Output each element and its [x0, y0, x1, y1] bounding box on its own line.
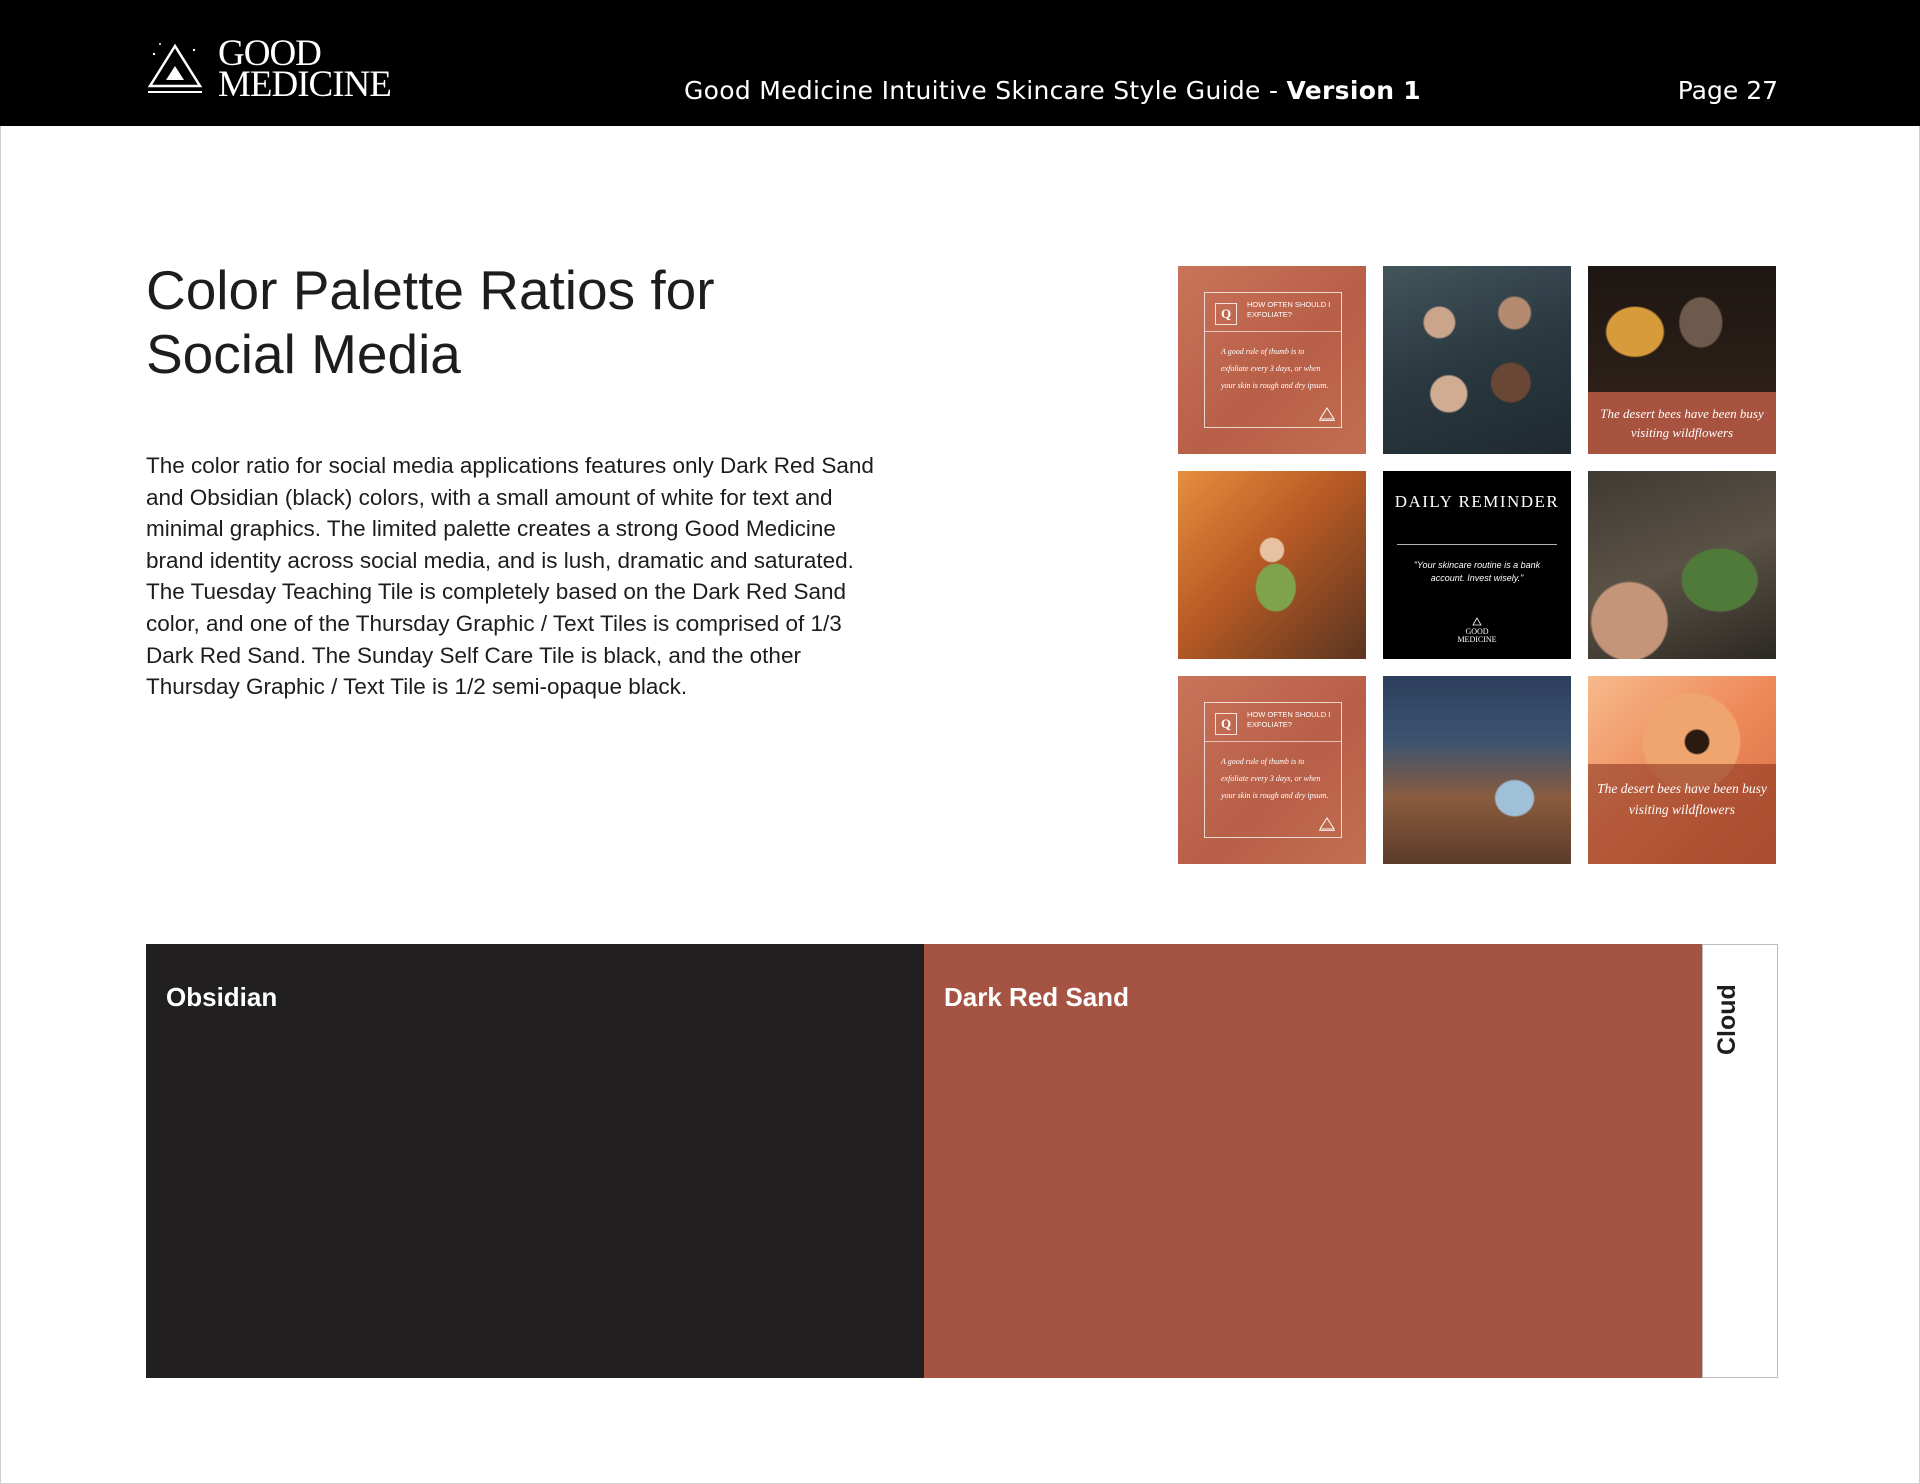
bees-caption: The desert bees have been busy visiting … — [1588, 392, 1776, 454]
page-heading: Color Palette Ratios for Social Media — [146, 259, 715, 385]
photo-flower-tile: The desert bees have been busy visiting … — [1588, 676, 1776, 864]
triangle-logo-icon — [1319, 407, 1335, 421]
photo-aloe — [1588, 471, 1776, 659]
swatch-label: Obsidian — [166, 982, 278, 1012]
logo-wordmark: GOOD MEDICINE — [218, 33, 392, 105]
daily-reminder-tile: DAILY REMINDER "Your skincare routine is… — [1383, 471, 1571, 659]
q-badge: Q — [1215, 713, 1237, 735]
document-title: Good Medicine Intuitive Skincare Style G… — [684, 76, 1422, 105]
teaching-tile: Q HOW OFTEN SHOULD I EXFOLIATE? A good r… — [1178, 676, 1366, 864]
color-ratio-swatches: Obsidian Dark Red Sand Cloud — [146, 944, 1778, 1378]
reminder-logo: GOOD MEDICINE — [1383, 617, 1571, 644]
swatch-label: Cloud — [1713, 984, 1741, 1055]
document-version: Version 1 — [1286, 76, 1422, 105]
photo-desert — [1383, 676, 1571, 864]
swatch-dark-red-sand: Dark Red Sand — [924, 944, 1702, 1378]
page-number: Page 27 — [1677, 76, 1778, 105]
swatch-cloud: Cloud — [1702, 944, 1778, 1378]
triangle-logo-icon — [1472, 617, 1482, 626]
teaching-question: HOW OFTEN SHOULD I EXFOLIATE? — [1247, 710, 1331, 729]
social-tile-grid: Q HOW OFTEN SHOULD I EXFOLIATE? A good r… — [1178, 266, 1776, 866]
teaching-answer: A good rule of thumb is to exfoliate eve… — [1221, 347, 1329, 390]
swatch-obsidian: Obsidian — [146, 944, 924, 1378]
good-medicine-logo: GOOD MEDICINE — [146, 26, 426, 106]
teaching-answer: A good rule of thumb is to exfoliate eve… — [1221, 757, 1329, 800]
body-paragraph: The color ratio for social media applica… — [146, 453, 874, 700]
reminder-quote: "Your skincare routine is a bank account… — [1413, 560, 1541, 583]
header-bar: GOOD MEDICINE Good Medicine Intuitive Sk… — [0, 0, 1920, 126]
teaching-question: HOW OFTEN SHOULD I EXFOLIATE? — [1247, 300, 1331, 319]
bees-caption: The desert bees have been busy visiting … — [1588, 764, 1776, 864]
triangle-logo-icon — [147, 43, 203, 93]
teaching-tile: Q HOW OFTEN SHOULD I EXFOLIATE? A good r… — [1178, 266, 1366, 454]
triangle-logo-icon — [1319, 817, 1335, 831]
photo-kitchen — [1178, 471, 1366, 659]
swatch-label: Dark Red Sand — [944, 982, 1129, 1012]
reminder-title: DAILY REMINDER — [1394, 492, 1560, 511]
q-badge: Q — [1215, 303, 1237, 325]
photo-group-of-women — [1383, 266, 1571, 454]
photo-honey-tile: The desert bees have been busy visiting … — [1588, 266, 1776, 454]
